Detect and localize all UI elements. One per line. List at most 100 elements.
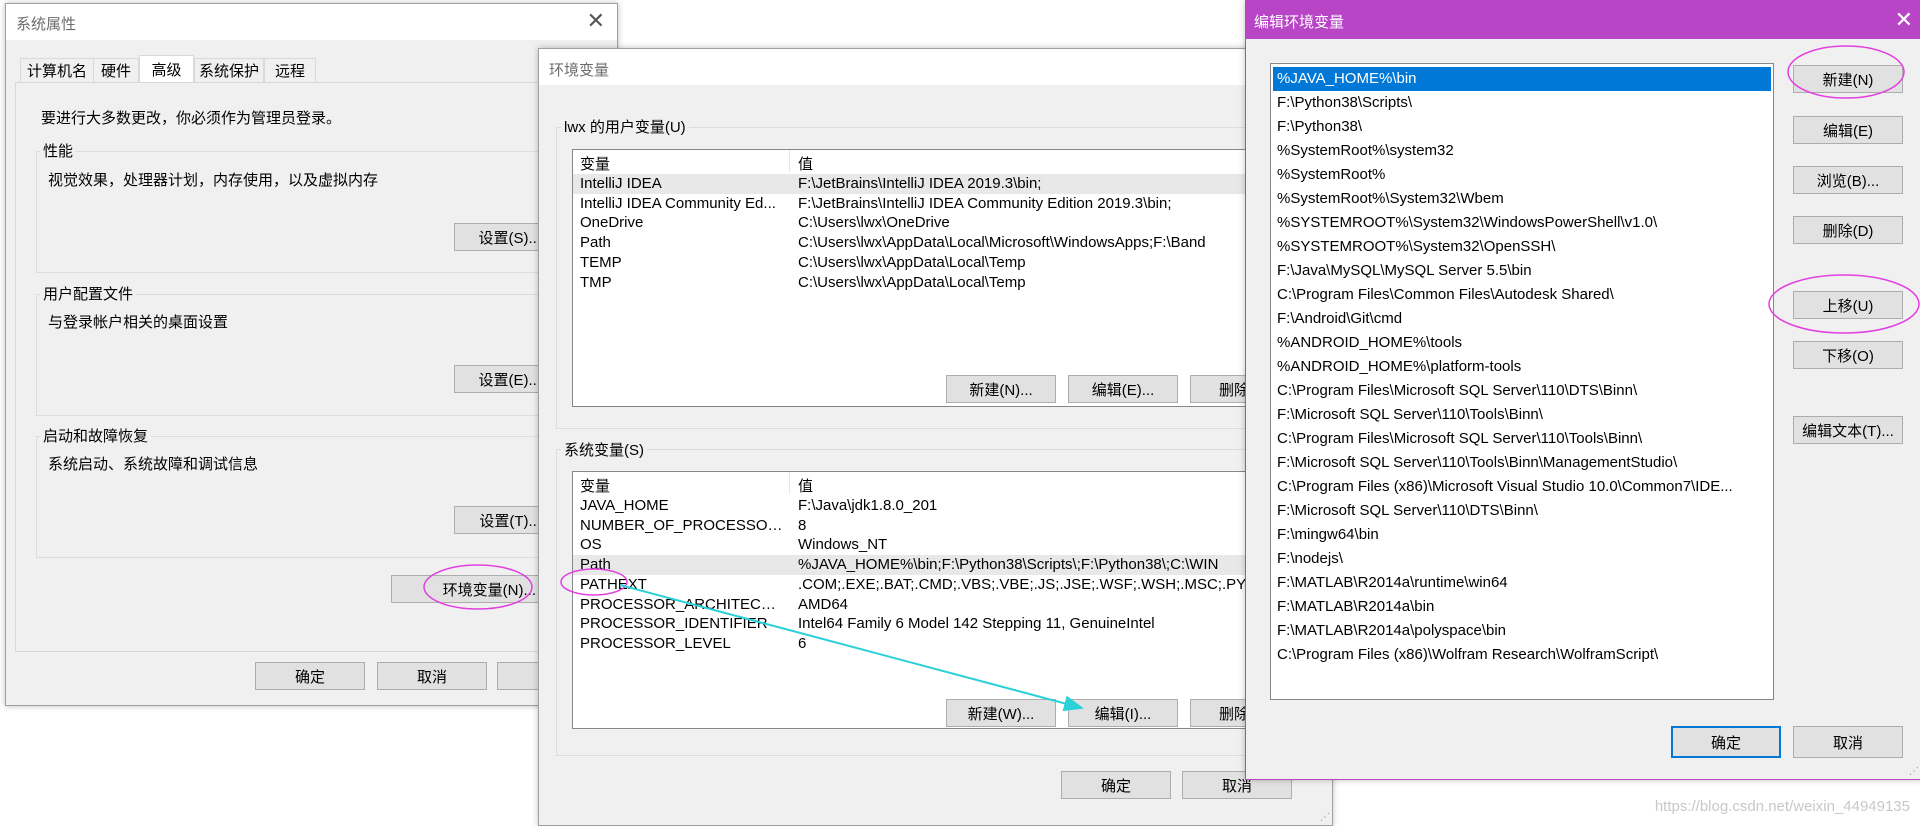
path-list-item[interactable]: %JAVA_HOME%\bin bbox=[1273, 67, 1771, 91]
path-list-item[interactable]: F:\MATLAB\R2014a\runtime\win64 bbox=[1273, 571, 1771, 595]
path-list-item[interactable]: %SystemRoot% bbox=[1273, 163, 1771, 187]
env-ok-button[interactable]: 确定 bbox=[1061, 771, 1171, 799]
path-list-item[interactable]: F:\Microsoft SQL Server\110\DTS\Binn\ bbox=[1273, 499, 1771, 523]
path-list-item[interactable]: %SYSTEMROOT%\System32\OpenSSH\ bbox=[1273, 235, 1771, 259]
edit-path-button[interactable]: 编辑(E) bbox=[1793, 116, 1903, 144]
path-list-item[interactable]: %ANDROID_HOME%\tools bbox=[1273, 331, 1771, 355]
variable-name: IntelliJ IDEA bbox=[580, 175, 662, 192]
path-list-item[interactable]: C:\Program Files\Microsoft SQL Server\11… bbox=[1273, 427, 1771, 451]
environment-variables-button[interactable]: 环境变量(N)... bbox=[391, 575, 551, 603]
path-list-item[interactable]: F:\Microsoft SQL Server\110\Tools\Binn\ bbox=[1273, 403, 1771, 427]
variable-value: F:\Java\jdk1.8.0_201 bbox=[798, 497, 938, 514]
move-up-button[interactable]: 上移(U) bbox=[1793, 291, 1903, 319]
tab-remote[interactable]: 远程 bbox=[264, 58, 316, 82]
variable-value: C:\Users\lwx\OneDrive bbox=[798, 214, 950, 232]
path-list-item[interactable]: F:\Java\MySQL\MySQL Server 5.5\bin bbox=[1273, 259, 1771, 283]
variable-name: NUMBER_OF_PROCESSORS bbox=[580, 516, 785, 534]
path-list-item[interactable]: C:\Program Files\Common Files\Autodesk S… bbox=[1273, 283, 1771, 307]
path-list-item[interactable]: %SYSTEMROOT%\System32\WindowsPowerShell\… bbox=[1273, 211, 1771, 235]
path-list: %JAVA_HOME%\bin F:\Python38\Scripts\ F:\Py… bbox=[1270, 63, 1774, 700]
move-down-button[interactable]: 下移(O) bbox=[1793, 341, 1903, 369]
delete-path-button[interactable]: 删除(D) bbox=[1793, 216, 1903, 244]
close-icon[interactable]: ✕ bbox=[1895, 9, 1913, 31]
path-list-item[interactable]: F:\mingw64\bin bbox=[1273, 523, 1771, 547]
startup-settings-button[interactable]: 设置(T)... bbox=[454, 506, 546, 534]
col-value-header[interactable]: 值 bbox=[798, 153, 813, 174]
variable-name: Path bbox=[580, 234, 611, 252]
close-icon[interactable]: ✕ bbox=[587, 10, 605, 32]
advanced-panel: 要进行大多数更改，你必须作为管理员登录。 性能 视觉效果，处理器计划，内存使用，… bbox=[15, 82, 607, 652]
variable-name: OneDrive bbox=[580, 214, 644, 232]
path-list-item[interactable]: F:\Python38\Scripts\ bbox=[1273, 91, 1771, 115]
variable-name: PROCESSOR_IDENTIFIER bbox=[580, 615, 768, 633]
admin-note: 要进行大多数更改，你必须作为管理员登录。 bbox=[41, 110, 342, 127]
variable-name: PATHEXT bbox=[580, 575, 647, 593]
edit-text-button[interactable]: 编辑文本(T)... bbox=[1793, 416, 1903, 444]
system-new-button[interactable]: 新建(W)... bbox=[946, 699, 1056, 727]
perf-desc: 视觉效果，处理器计划，内存使用，以及虚拟内存 bbox=[48, 172, 379, 189]
variable-name: PROCESSOR_LEVEL bbox=[580, 634, 731, 652]
variable-value: %JAVA_HOME%\bin;F:\Python38\Scripts\;F:\… bbox=[798, 556, 1219, 574]
variable-name: IntelliJ IDEA Community Ed... bbox=[580, 194, 776, 212]
variable-name: OS bbox=[580, 536, 602, 554]
browse-button[interactable]: 浏览(B)... bbox=[1793, 166, 1903, 194]
variable-name: JAVA_HOME bbox=[580, 497, 669, 514]
system-edit-button[interactable]: 编辑(I)... bbox=[1068, 699, 1178, 727]
startup-desc: 系统启动、系统故障和调试信息 bbox=[48, 456, 259, 473]
path-list-item[interactable]: %SystemRoot%\System32\Wbem bbox=[1273, 187, 1771, 211]
edit-environment-variable-dialog: 编辑环境变量 ✕ %JAVA_HOME%\bin F:\Python38\Scri… bbox=[1245, 0, 1920, 780]
resize-grip-icon[interactable]: ⋰ bbox=[1320, 812, 1330, 823]
variable-value: C:\Users\lwx\AppData\Local\Microsoft\Win… bbox=[798, 234, 1206, 252]
path-list-item[interactable]: F:\Android\Git\cmd bbox=[1273, 307, 1771, 331]
user-new-button[interactable]: 新建(N)... bbox=[946, 375, 1056, 403]
path-list-item[interactable]: F:\nodejs\ bbox=[1273, 547, 1771, 571]
path-list-item[interactable]: F:\Microsoft SQL Server\110\Tools\Binn\M… bbox=[1273, 451, 1771, 475]
user-vars-title: lwx 的用户变量(U) bbox=[561, 116, 689, 137]
profile-settings-button[interactable]: 设置(E)... bbox=[454, 365, 546, 393]
variable-name: Path bbox=[580, 556, 611, 574]
col-value-header[interactable]: 值 bbox=[798, 475, 813, 496]
variable-name: TEMP bbox=[580, 253, 622, 271]
column-divider bbox=[789, 150, 790, 172]
path-list-item[interactable]: F:\MATLAB\R2014a\polyspace\bin bbox=[1273, 619, 1771, 643]
startup-group-title: 启动和故障恢复 bbox=[40, 425, 152, 446]
variable-value: 8 bbox=[798, 516, 807, 534]
environment-variables-dialog: 环境变量 lwx 的用户变量(U) 变量 值 IntelliJ IDEA F:\J… bbox=[538, 48, 1374, 826]
window-title: 环境变量 bbox=[549, 62, 610, 79]
perf-group-title: 性能 bbox=[40, 140, 77, 161]
tab-advanced[interactable]: 高级 bbox=[139, 55, 194, 83]
path-list-item[interactable]: %SystemRoot%\system32 bbox=[1273, 139, 1771, 163]
system-vars-title: 系统变量(S) bbox=[561, 439, 647, 460]
path-list-item[interactable]: F:\MATLAB\R2014a\bin bbox=[1273, 595, 1771, 619]
new-path-button[interactable]: 新建(N) bbox=[1793, 65, 1903, 93]
watermark: https://blog.csdn.net/weixin_44949135 bbox=[1654, 798, 1910, 815]
tab-system-protection[interactable]: 系统保护 bbox=[194, 58, 264, 82]
environment-variables-titlebar: 环境变量 bbox=[539, 49, 1332, 85]
path-list-item[interactable]: C:\Program Files\Microsoft SQL Server\11… bbox=[1273, 379, 1771, 403]
tab-hardware[interactable]: 硬件 bbox=[93, 58, 139, 82]
system-properties-dialog: 系统属性 ✕ 计算机名 硬件 高级 系统保护 远程 要进行大多数更改，你必须作为… bbox=[5, 3, 618, 706]
edit-cancel-button[interactable]: 取消 bbox=[1793, 726, 1903, 758]
col-variable-header[interactable]: 变量 bbox=[580, 153, 610, 174]
path-list-item[interactable]: C:\Program Files (x86)\Microsoft Visual … bbox=[1273, 475, 1771, 499]
user-edit-button[interactable]: 编辑(E)... bbox=[1068, 375, 1178, 403]
column-divider bbox=[789, 472, 790, 494]
variable-value: Intel64 Family 6 Model 142 Stepping 11, … bbox=[798, 615, 1155, 633]
path-list-item[interactable]: %ANDROID_HOME%\platform-tools bbox=[1273, 355, 1771, 379]
window-title: 编辑环境变量 bbox=[1254, 14, 1345, 31]
variable-value: F:\JetBrains\IntelliJ IDEA 2019.3\bin; bbox=[798, 175, 1042, 192]
tab-computer-name[interactable]: 计算机名 bbox=[20, 58, 94, 82]
perf-settings-button[interactable]: 设置(S)... bbox=[454, 223, 546, 251]
ok-button[interactable]: 确定 bbox=[255, 662, 365, 690]
edit-ok-button[interactable]: 确定 bbox=[1671, 726, 1781, 758]
path-list-item[interactable]: F:\Python38\ bbox=[1273, 115, 1771, 139]
variable-value: C:\Users\lwx\AppData\Local\Temp bbox=[798, 253, 1026, 271]
col-variable-header[interactable]: 变量 bbox=[580, 475, 610, 496]
resize-grip-icon[interactable]: ⋰ bbox=[1909, 766, 1919, 777]
path-list-item[interactable]: C:\Program Files (x86)\Wolfram Research\… bbox=[1273, 643, 1771, 667]
window-title: 系统属性 bbox=[16, 16, 77, 33]
variable-name: PROCESSOR_ARCHITECTURE bbox=[580, 595, 785, 613]
variable-value: 6 bbox=[798, 634, 807, 652]
variable-value: C:\Users\lwx\AppData\Local\Temp bbox=[798, 273, 1026, 291]
cancel-button[interactable]: 取消 bbox=[377, 662, 487, 690]
